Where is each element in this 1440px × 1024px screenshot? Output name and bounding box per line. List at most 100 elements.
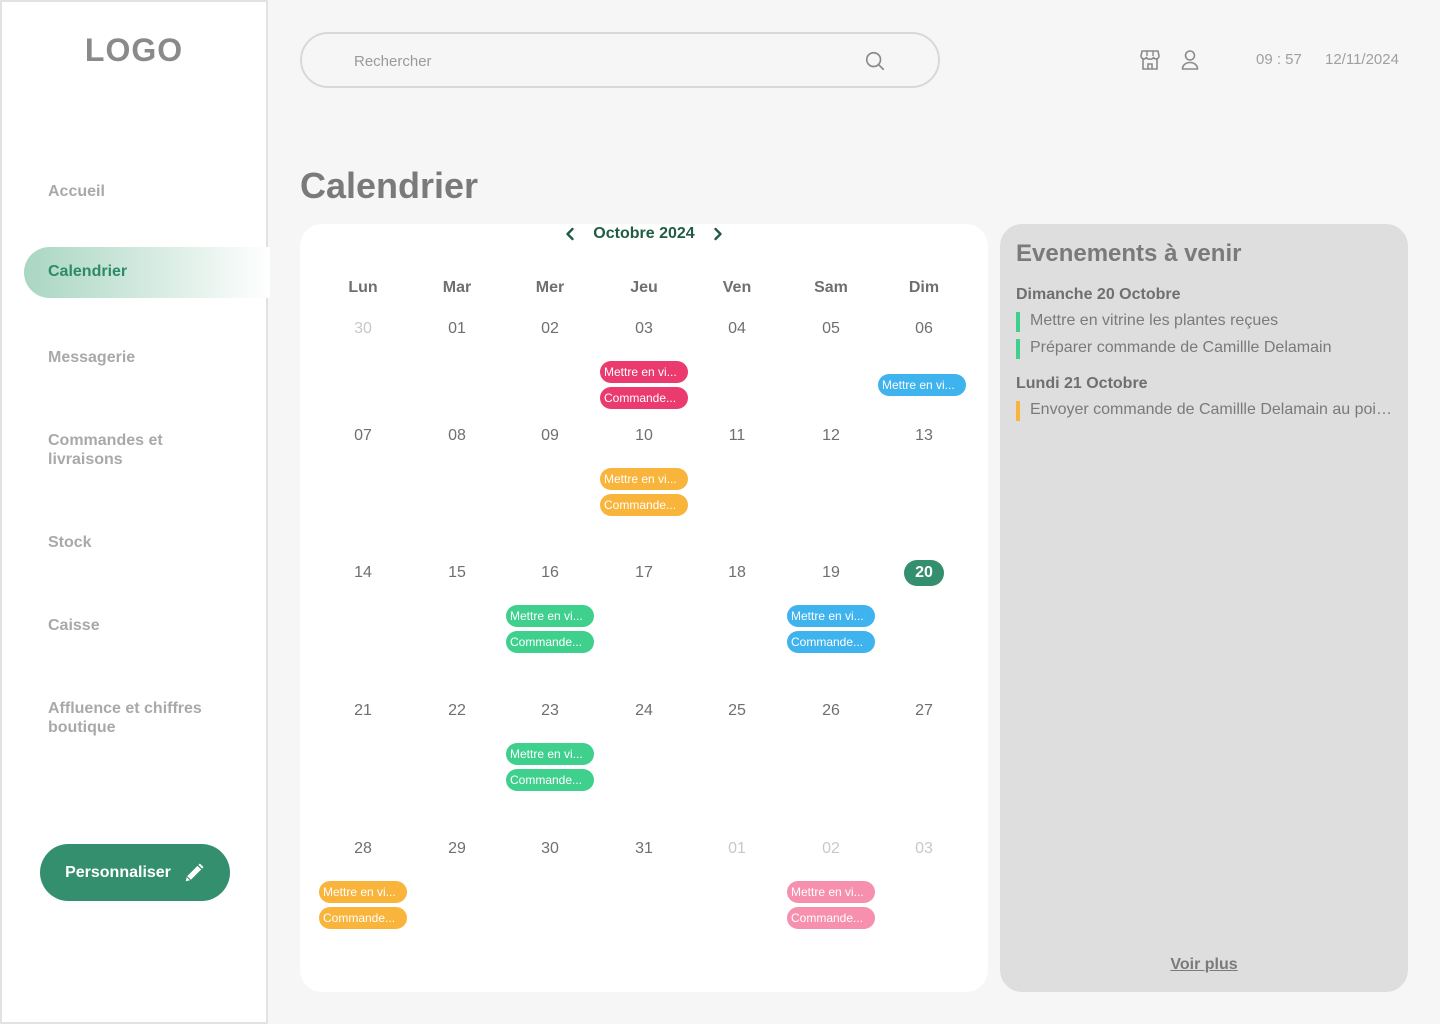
event-chip[interactable]: Mettre en vi... (506, 743, 594, 765)
calendar-day[interactable]: 30 (503, 840, 597, 858)
event-chip[interactable]: Mettre en vi... (319, 881, 407, 903)
event-chip[interactable]: Commande... (506, 631, 594, 653)
calendar-day[interactable]: 28 (316, 840, 410, 858)
calendar-day[interactable]: 02 (503, 320, 597, 338)
search-bar (300, 32, 940, 88)
calendar-day[interactable]: 21 (316, 702, 410, 720)
event-chip[interactable]: Commande... (787, 631, 875, 653)
event-chip[interactable]: Commande... (600, 494, 688, 516)
event-chip[interactable]: Mettre en vi... (600, 361, 688, 383)
event-item[interactable]: Préparer commande de Camillle Delamain (1016, 339, 1396, 359)
weekday-label: Dim (908, 279, 940, 296)
see-more-link[interactable]: Voir plus (1000, 956, 1408, 974)
event-chip[interactable]: Commande... (319, 907, 407, 929)
nav-item-accueil[interactable]: Accueil (48, 182, 248, 201)
user-icon[interactable] (1178, 48, 1202, 72)
event-color-bar (1016, 312, 1020, 332)
calendar-day[interactable]: 03 (597, 320, 691, 338)
clock-time: 09 : 57 (1256, 51, 1302, 68)
weekday-label: Mar (442, 279, 472, 296)
nav-item-label: Calendrier (48, 263, 128, 280)
weekday-label: Sam (814, 279, 848, 296)
event-text: Préparer commande de Camillle Delamain (1030, 339, 1332, 356)
calendar-day[interactable]: 22 (410, 702, 504, 720)
calendar-day[interactable]: 23 (503, 702, 597, 720)
calendar-day[interactable]: 06 (877, 320, 971, 338)
calendar-day[interactable]: 19 (784, 564, 878, 582)
nav-item-messagerie[interactable]: Messagerie (48, 348, 248, 367)
calendar-day[interactable]: 02 (784, 840, 878, 858)
calendar-day[interactable]: 24 (597, 702, 691, 720)
calendar-day[interactable]: 30 (316, 320, 410, 338)
calendar-day[interactable]: 12 (784, 427, 878, 445)
chevron-left-icon (566, 227, 574, 241)
event-text: Envoyer commande de Camillle Delamain au… (1030, 401, 1396, 418)
upcoming-title: Evenements à venir (1016, 240, 1242, 267)
calendar-day[interactable]: 25 (690, 702, 784, 720)
search-input[interactable] (354, 50, 834, 72)
event-day-label: Dimanche 20 Octobre (1016, 286, 1181, 303)
month-label: Octobre 2024 (593, 225, 695, 242)
calendar: Octobre 2024 Lun Mar Mer Jeu Ven Sam Dim 30 01 02… (300, 224, 988, 992)
event-chip[interactable]: Mettre en vi... (506, 605, 594, 627)
nav-item-calendrier[interactable]: Calendrier (24, 247, 270, 298)
event-chip[interactable]: Commande... (787, 907, 875, 929)
upcoming-events-panel: Evenements à venir Dimanche 20 Octobre M… (1000, 224, 1408, 992)
customize-button[interactable]: Personnaliser (40, 844, 230, 901)
weekday-label: Jeu (630, 279, 658, 296)
calendar-day[interactable]: 11 (690, 427, 784, 445)
month-navigator: Octobre 2024 (300, 224, 988, 244)
event-chip[interactable]: Commande... (600, 387, 688, 409)
sidebar: LOGO Accueil Calendrier Messagerie Comma… (0, 0, 270, 1024)
weekday-label: Lun (348, 279, 378, 296)
pencil-icon (185, 862, 204, 881)
calendar-day[interactable]: 15 (410, 564, 504, 582)
page-title: Calendrier (300, 165, 479, 206)
nav-item-affluence[interactable]: Affluence et chiffres boutique (48, 699, 228, 737)
weekday-label: Ven (722, 279, 752, 296)
calendar-day[interactable]: 13 (877, 427, 971, 445)
customize-label: Personnaliser (65, 863, 171, 881)
calendar-day[interactable]: 01 (410, 320, 504, 338)
next-month-button[interactable] (709, 225, 727, 243)
weekday-label: Mer (535, 279, 565, 296)
calendar-day[interactable]: 27 (877, 702, 971, 720)
nav-item-stock[interactable]: Stock (48, 533, 248, 552)
today-badge: 20 (904, 560, 944, 586)
clock-date: 12/11/2024 (1325, 51, 1399, 68)
calendar-day[interactable]: 18 (690, 564, 784, 582)
search-icon[interactable] (864, 50, 886, 72)
calendar-day-today[interactable]: 20 (877, 560, 971, 586)
calendar-day[interactable]: 08 (410, 427, 504, 445)
calendar-day[interactable]: 03 (877, 840, 971, 858)
calendar-day[interactable]: 01 (690, 840, 784, 858)
event-item[interactable]: Mettre en vitrine les plantes reçues (1016, 312, 1396, 332)
event-chip[interactable]: Mettre en vi... (600, 468, 688, 490)
event-day-label: Lundi 21 Octobre (1016, 375, 1148, 392)
logo: LOGO (84, 32, 184, 68)
store-icon[interactable] (1138, 48, 1162, 72)
calendar-day[interactable]: 31 (597, 840, 691, 858)
calendar-day[interactable]: 29 (410, 840, 504, 858)
prev-month-button[interactable] (561, 225, 579, 243)
event-chip[interactable]: Commande... (506, 769, 594, 791)
nav-item-commandes[interactable]: Commandes et livraisons (48, 431, 208, 469)
event-color-bar (1016, 401, 1020, 421)
nav-item-caisse[interactable]: Caisse (48, 616, 248, 635)
event-item[interactable]: Envoyer commande de Camillle Delamain au… (1016, 401, 1396, 421)
event-chip[interactable]: Mettre en vi... (787, 881, 875, 903)
event-text: Mettre en vitrine les plantes reçues (1030, 312, 1279, 329)
calendar-day[interactable]: 16 (503, 564, 597, 582)
calendar-day[interactable]: 10 (597, 427, 691, 445)
calendar-day[interactable]: 07 (316, 427, 410, 445)
calendar-day[interactable]: 26 (784, 702, 878, 720)
calendar-day[interactable]: 09 (503, 427, 597, 445)
calendar-day[interactable]: 17 (597, 564, 691, 582)
chevron-right-icon (713, 227, 722, 241)
calendar-day[interactable]: 05 (784, 320, 878, 338)
event-chip[interactable]: Mettre en vi... (787, 605, 875, 627)
event-color-bar (1016, 339, 1020, 359)
event-chip[interactable]: Mettre en vi... (878, 374, 966, 396)
calendar-day[interactable]: 14 (316, 564, 410, 582)
calendar-day[interactable]: 04 (690, 320, 784, 338)
